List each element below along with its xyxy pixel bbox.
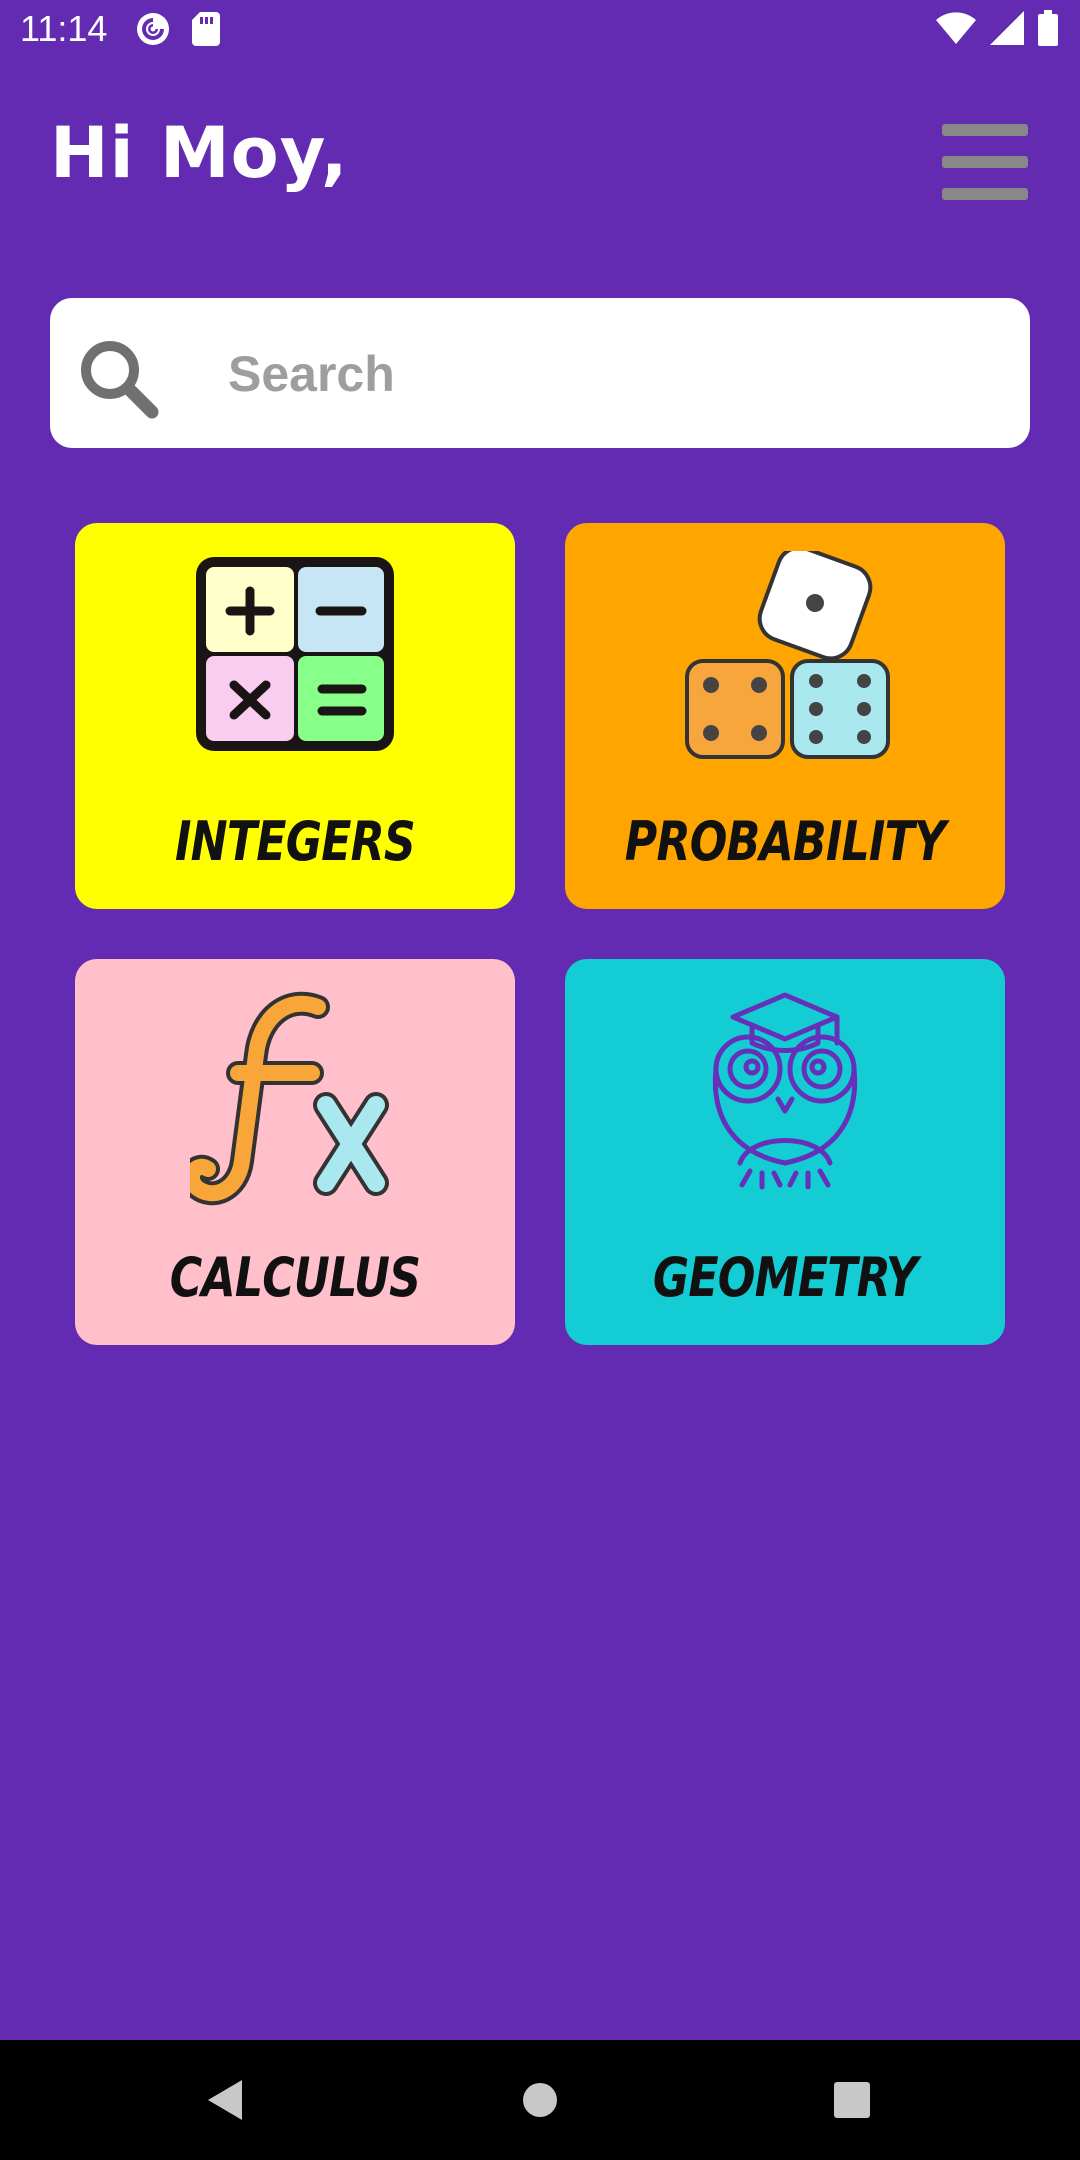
- function-fx-icon: [179, 987, 400, 1211]
- sd-card-icon: [192, 12, 220, 50]
- signal-icon: [990, 11, 1024, 49]
- topic-label: INTEGERS: [174, 810, 416, 873]
- recents-icon[interactable]: [792, 2040, 912, 2160]
- search-icon: [76, 336, 166, 426]
- wifi-icon: [936, 11, 976, 49]
- topic-card-calculus[interactable]: CALCULUS: [75, 959, 515, 1345]
- dice-icon: [675, 545, 895, 771]
- operations-grid-icon: [190, 551, 400, 761]
- topic-label: GEOMETRY: [652, 1246, 918, 1309]
- search-bar[interactable]: [50, 298, 1030, 448]
- topic-card-integers[interactable]: INTEGERS: [75, 523, 515, 909]
- status-time: 11:14: [20, 8, 108, 49]
- navigation-bar: [0, 2040, 1080, 2160]
- greeting-title: Hi Moy,: [50, 112, 349, 194]
- home-icon[interactable]: [480, 2040, 600, 2160]
- search-input[interactable]: [226, 328, 1010, 420]
- topic-label: PROBABILITY: [624, 810, 946, 873]
- status-bar: 11:14: [0, 0, 1080, 62]
- topic-card-probability[interactable]: PROBABILITY: [565, 523, 1005, 909]
- hamburger-menu-icon[interactable]: [940, 122, 1030, 202]
- pocket-casts-icon: [136, 12, 170, 50]
- owl-graduate-icon: [700, 987, 870, 1197]
- topic-card-geometry[interactable]: GEOMETRY: [565, 959, 1005, 1345]
- back-icon[interactable]: [166, 2040, 286, 2160]
- topic-label: CALCULUS: [169, 1246, 421, 1309]
- battery-icon: [1038, 10, 1058, 50]
